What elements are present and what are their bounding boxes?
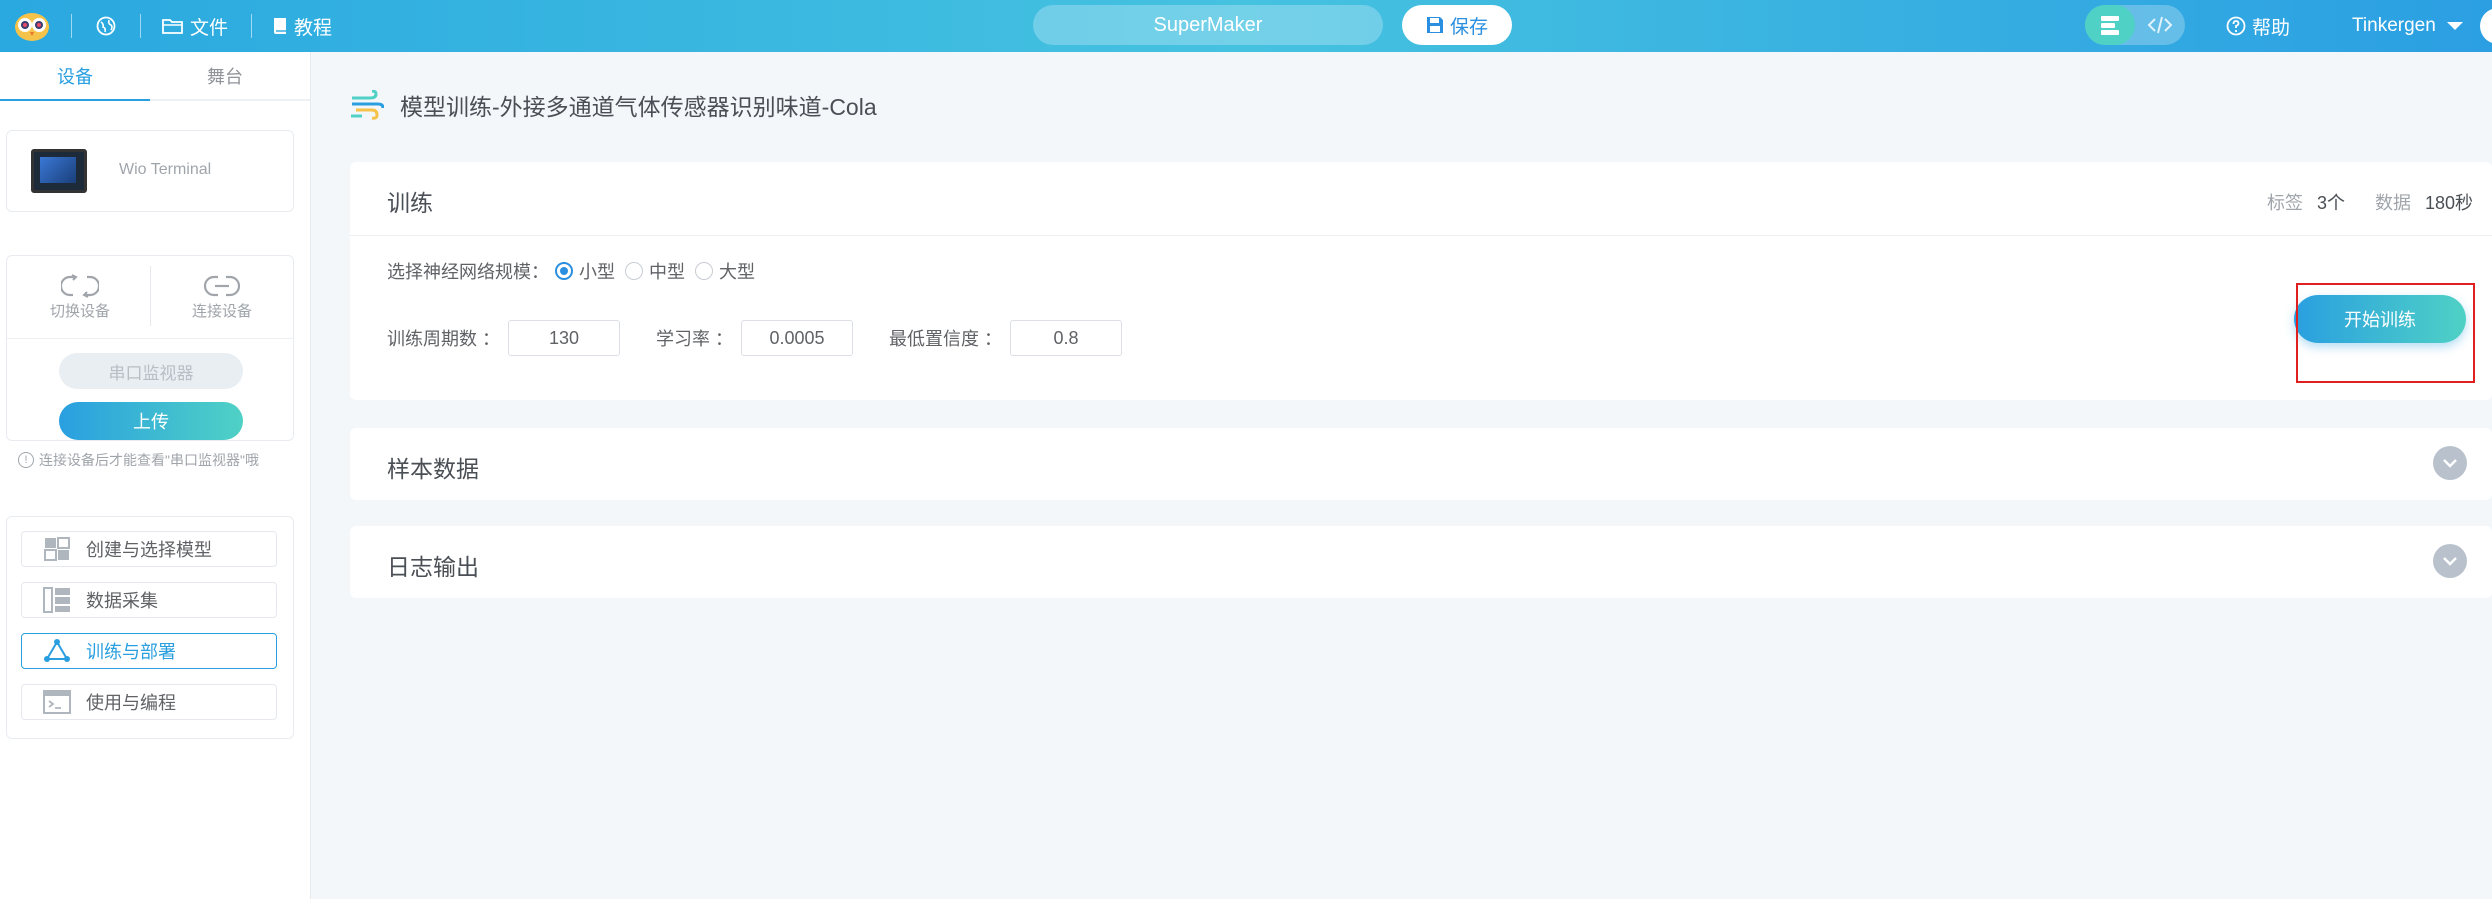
mode-toggle[interactable] xyxy=(2085,5,2185,45)
divider xyxy=(251,14,252,38)
save-button[interactable]: 保存 xyxy=(1402,5,1512,45)
chevron-down-icon[interactable] xyxy=(2433,446,2467,480)
owl-logo-icon[interactable] xyxy=(14,10,50,42)
highlight-box xyxy=(2296,283,2475,383)
epochs-input[interactable]: 130 xyxy=(508,320,621,356)
floppy-disk-icon xyxy=(1426,17,1443,33)
log-panel[interactable]: 日志输出 xyxy=(350,526,2492,598)
tutorial-menu-label: 教程 xyxy=(294,17,333,39)
train-panel-title: 训练 xyxy=(387,190,433,216)
radio-small[interactable] xyxy=(555,262,573,280)
radio-medium-label[interactable]: 中型 xyxy=(649,258,685,284)
network-icon xyxy=(42,639,72,663)
switch-device-button[interactable]: 切换设备 xyxy=(10,266,150,326)
help-link[interactable]: 帮助 xyxy=(2226,0,2290,52)
labels-stat-value: 3个 xyxy=(2317,193,2346,213)
username: Tinkergen xyxy=(2352,15,2436,36)
labels-stat-key: 标签 xyxy=(2267,193,2303,213)
radio-small-label[interactable]: 小型 xyxy=(579,258,615,284)
device-name: Wio Terminal xyxy=(119,161,212,178)
file-menu[interactable]: 文件 xyxy=(162,0,228,52)
radio-large[interactable] xyxy=(695,262,713,280)
exclamation-circle-icon: ! xyxy=(18,452,34,468)
grid-icon xyxy=(42,537,72,561)
link-icon xyxy=(203,275,241,297)
connect-device-label: 连接设备 xyxy=(191,303,252,320)
user-menu[interactable]: Tinkergen xyxy=(2352,0,2470,52)
epochs-label: 训练周期数 ： xyxy=(387,329,501,349)
log-panel-title: 日志输出 xyxy=(387,554,479,580)
connection-card: 切换设备 连接设备 串口监视器 上传 xyxy=(6,255,294,441)
blocks-mode-icon[interactable] xyxy=(2085,5,2135,45)
divider xyxy=(71,14,72,38)
divider xyxy=(7,338,293,339)
step-create-model[interactable]: 创建与选择模型 xyxy=(21,531,277,567)
min-confidence-input[interactable]: 0.8 xyxy=(1010,320,1123,356)
step-label: 使用与编程 xyxy=(86,693,176,713)
page-title-text: 模型训练-外接多通道气体传感器识别味道-Cola xyxy=(400,94,877,120)
serial-monitor-button[interactable]: 串口监视器 xyxy=(59,353,243,389)
connect-device-button[interactable]: 连接设备 xyxy=(152,266,292,326)
caret-down-icon xyxy=(2446,22,2463,30)
radio-large-label[interactable]: 大型 xyxy=(719,258,755,284)
step-data-collection[interactable]: 数据采集 xyxy=(21,582,277,618)
left-sidebar: 设备 舞台 Wio Terminal 切换设备 连接设备 串口监视器 上传 ! … xyxy=(0,52,311,899)
code-window-icon xyxy=(42,690,72,714)
active-tab-indicator xyxy=(0,99,150,101)
samples-panel[interactable]: 样本数据 xyxy=(350,428,2492,500)
radio-medium[interactable] xyxy=(625,262,643,280)
step-label: 创建与选择模型 xyxy=(86,540,212,560)
help-circle-icon xyxy=(2226,16,2246,36)
top-bar: 文件 教程 SuperMaker 保存 帮助 Tinkergen xyxy=(0,0,2492,52)
hyperparam-row: 训练周期数 ： 130 学习率 ： 0.0005 最低置信度 ： 0.8 xyxy=(387,320,1158,356)
labels-stat: 标签 3个 xyxy=(2267,189,2345,215)
connection-tip-text: 连接设备后才能查看"串口监视器"哦 xyxy=(39,452,259,468)
divider xyxy=(150,266,151,326)
page-title: 模型训练-外接多通道气体传感器识别味道-Cola xyxy=(350,88,877,122)
avatar[interactable] xyxy=(2480,8,2492,44)
learning-rate-label: 学习率 ： xyxy=(656,329,734,349)
learning-rate-input[interactable]: 0.0005 xyxy=(741,320,854,356)
data-collect-icon xyxy=(42,587,72,613)
step-train-deploy[interactable]: 训练与部署 xyxy=(21,633,277,669)
tab-device[interactable]: 设备 xyxy=(0,52,150,99)
data-stat-key: 数据 xyxy=(2375,193,2411,213)
gas-wind-icon xyxy=(351,90,384,120)
workflow-steps: 创建与选择模型 数据采集 训练与部署 使用与编程 xyxy=(6,516,294,739)
file-menu-label: 文件 xyxy=(190,17,229,39)
wio-terminal-image xyxy=(31,149,87,193)
tutorial-menu[interactable]: 教程 xyxy=(272,0,332,52)
tab-stage[interactable]: 舞台 xyxy=(150,52,300,99)
device-card[interactable]: Wio Terminal xyxy=(6,130,294,212)
data-stat-value: 180秒 xyxy=(2425,193,2474,213)
divider xyxy=(350,235,2492,236)
min-confidence-label: 最低置信度 ： xyxy=(889,329,1003,349)
step-label: 数据采集 xyxy=(86,591,158,611)
step-label: 训练与部署 xyxy=(86,642,176,662)
upload-button[interactable]: 上传 xyxy=(59,402,243,440)
sidebar-tabs: 设备 舞台 xyxy=(0,52,310,101)
train-panel: 训练 标签 3个 数据 180秒 选择神经网络规模： 小型 中型 大型 训练周期数 … xyxy=(350,162,2492,400)
divider xyxy=(140,14,141,38)
chevron-down-icon[interactable] xyxy=(2433,544,2467,578)
code-mode-icon[interactable] xyxy=(2135,5,2185,45)
language-globe-icon[interactable] xyxy=(96,0,122,52)
data-stat: 数据 180秒 xyxy=(2375,189,2473,215)
switch-device-icon xyxy=(61,274,99,298)
switch-device-label: 切换设备 xyxy=(49,303,110,320)
folder-icon xyxy=(162,19,183,34)
network-scale-label: 选择神经网络规模： xyxy=(387,262,549,282)
connection-tip: ! 连接设备后才能查看"串口监视器"哦 xyxy=(18,450,259,470)
step-use-program[interactable]: 使用与编程 xyxy=(21,684,277,720)
book-icon xyxy=(274,18,286,34)
project-name-field[interactable]: SuperMaker xyxy=(1033,5,1383,45)
save-button-label: 保存 xyxy=(1449,16,1488,38)
network-scale-row: 选择神经网络规模： 小型 中型 大型 xyxy=(387,258,755,284)
help-label: 帮助 xyxy=(2252,17,2291,39)
samples-panel-title: 样本数据 xyxy=(387,456,479,482)
